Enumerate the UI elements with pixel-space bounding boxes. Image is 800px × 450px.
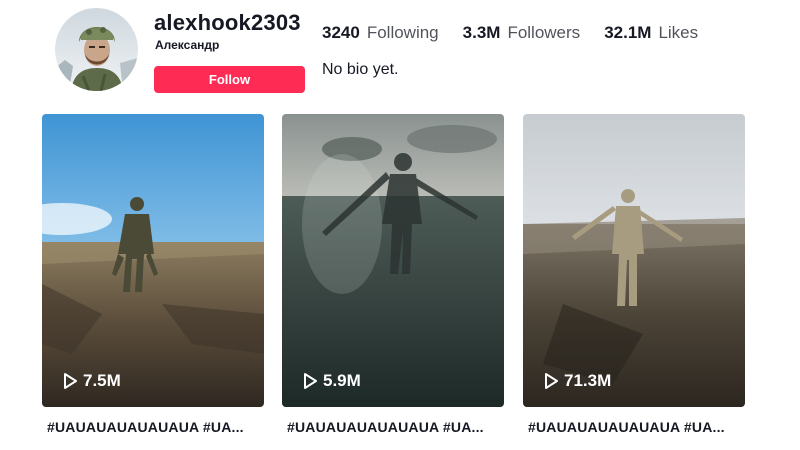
stat-followers[interactable]: 3.3M Followers [463, 23, 581, 43]
view-count-text: 71.3M [564, 371, 612, 390]
video-thumbnail [282, 114, 504, 407]
video-card[interactable]: 5.9M [282, 114, 504, 407]
stat-value: 3240 [322, 23, 360, 42]
stat-value: 3.3M [462, 23, 501, 42]
video-thumbnail [42, 114, 264, 407]
video-card[interactable]: 7.5M [42, 114, 264, 407]
follow-button[interactable]: Follow [154, 66, 305, 93]
nickname: Александр [155, 38, 220, 52]
video-thumbnail [523, 114, 745, 407]
view-count-text: 5.9M [323, 371, 361, 390]
play-icon [64, 373, 77, 389]
stat-label: Following [366, 23, 439, 42]
avatar[interactable] [55, 8, 138, 91]
stat-value: 32.1M [604, 23, 652, 42]
stat-following[interactable]: 3240 Following [322, 23, 439, 43]
stat-label: Likes [658, 23, 699, 42]
video-caption[interactable]: #UAUAUAUAUAUAUA #UA... [287, 419, 509, 435]
view-count: 5.9M [301, 371, 361, 391]
profile-bio: No bio yet. [322, 61, 399, 78]
play-icon [304, 373, 317, 389]
view-count-text: 7.5M [83, 371, 121, 390]
view-count: 71.3M [542, 371, 611, 391]
username: alexhook2303 [154, 10, 301, 35]
stat-likes: 32.1M Likes [604, 23, 698, 43]
video-caption[interactable]: #UAUAUAUAUAUAUA #UA... [528, 419, 750, 435]
view-count: 7.5M [61, 371, 121, 391]
stat-label: Followers [507, 23, 581, 42]
video-caption[interactable]: #UAUAUAUAUAUAUA #UA... [47, 419, 269, 435]
avatar-image [55, 8, 138, 91]
video-card[interactable]: 71.3M [523, 114, 745, 407]
profile-stats: 3240 Following 3.3M Followers 32.1M Like… [322, 23, 722, 43]
play-icon [545, 373, 558, 389]
